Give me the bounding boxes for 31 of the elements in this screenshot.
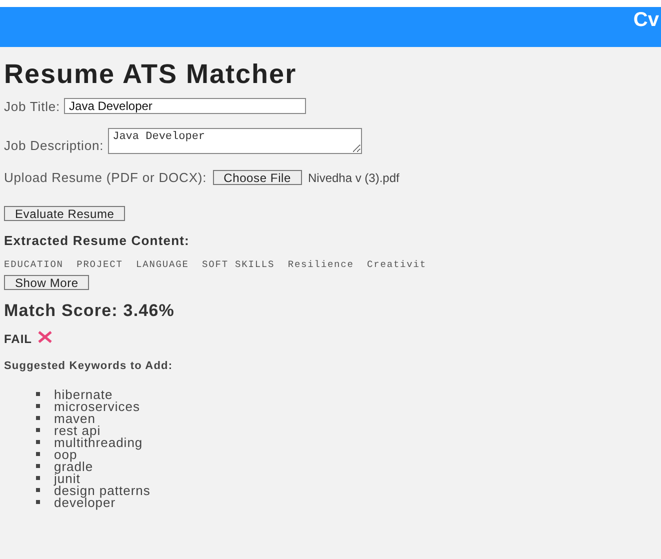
evaluate-button[interactable]: Evaluate Resume: [4, 206, 126, 221]
section-heading: Suggested Keywords to Add:: [4, 360, 174, 372]
keyword-item: rest api: [54, 422, 101, 438]
bullet-icon: [36, 392, 40, 396]
bullet-icon: [36, 476, 40, 480]
brand-logo: Cv: [633, 9, 659, 32]
show-more-button[interactable]: Show More: [4, 275, 90, 290]
file-name: Nivedha v (3).pdf: [308, 170, 400, 184]
section-heading: Extracted Resume Content:: [4, 233, 190, 248]
field-label: Job Title:: [4, 98, 60, 114]
bullet-icon: [36, 464, 40, 468]
match-score: Match Score: 3.46%: [4, 301, 176, 321]
bullet-icon: [36, 500, 40, 504]
bullet-icon: [36, 416, 40, 420]
bullet-icon: [36, 428, 40, 432]
field-label: Job Description:: [4, 138, 104, 153]
bullet-icon: [36, 488, 40, 492]
job-description-field[interactable]: Java Developer: [108, 128, 362, 154]
status-label: FAIL: [4, 332, 32, 346]
field-label: Upload Resume (PDF or DOCX):: [4, 170, 207, 185]
choose-file-button[interactable]: Choose File: [212, 170, 302, 185]
keyword-item: maven: [54, 410, 96, 426]
job-title-field[interactable]: Java Developer: [64, 98, 306, 114]
resume-text: EDUCATION PROJECT LANGUAGE SOFT SKILLS Resilience Creativit: [4, 259, 428, 270]
bullet-icon: [36, 440, 40, 444]
keyword-item: hibernate: [54, 386, 113, 402]
keyword-item: oop: [54, 446, 78, 462]
bullet-icon: [36, 404, 40, 408]
keyword-item: microservices: [54, 398, 140, 414]
page-title: Resume ATS Matcher: [4, 58, 298, 90]
bullet-icon: [36, 452, 40, 456]
